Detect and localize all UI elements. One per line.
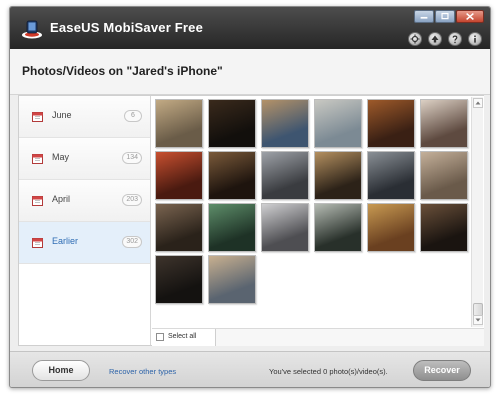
photo-thumbnail-beach-landscape[interactable]: [314, 99, 362, 148]
photo-thumbnail-night-scene[interactable]: [208, 99, 256, 148]
vertical-scrollbar[interactable]: [471, 97, 483, 327]
title-bar: EaseUS MobiSaver Free: [10, 7, 490, 49]
close-icon[interactable]: [456, 10, 484, 23]
photo-thumbnail-sign-poster[interactable]: [314, 203, 362, 252]
window-controls: [414, 10, 484, 23]
recover-button[interactable]: Recover: [413, 360, 471, 381]
info-icon[interactable]: [468, 32, 482, 46]
minimize-icon[interactable]: [414, 10, 434, 23]
count-badge: 6: [124, 110, 142, 122]
photo-thumbnail-outdoor-statue[interactable]: [155, 99, 203, 148]
photo-thumbnail-dark-crowd[interactable]: [420, 203, 468, 252]
photo-thumbnail-group-photo[interactable]: [155, 203, 203, 252]
sidebar-item-april[interactable]: April 203: [19, 180, 150, 222]
count-badge: 203: [122, 194, 142, 206]
device-header: Photos/Videos on "Jared's iPhone": [10, 49, 490, 95]
scroll-down-icon[interactable]: [473, 315, 483, 325]
sidebar-item-may[interactable]: May 134: [19, 138, 150, 180]
app-logo-icon: [22, 20, 42, 39]
app-window: EaseUS MobiSaver Free Photos/Videos on "…: [9, 6, 491, 388]
settings-icon[interactable]: [408, 32, 422, 46]
photo-thumbnail-green-screen[interactable]: [208, 203, 256, 252]
photo-thumbnail-video-frame[interactable]: [261, 151, 309, 200]
photo-thumbnail-dusk-beach[interactable]: [420, 151, 468, 200]
photo-thumbnail-coastal-rock[interactable]: [208, 255, 256, 304]
select-all-bar: Select all: [152, 328, 484, 346]
sidebar-item-label: May: [52, 152, 70, 162]
calendar-icon: [32, 154, 43, 164]
help-icon[interactable]: [448, 32, 462, 46]
sidebar-item-earlier[interactable]: Earlier 302: [19, 222, 150, 264]
upgrade-icon[interactable]: [428, 32, 442, 46]
photo-thumbnail-crab-dish[interactable]: [367, 99, 415, 148]
photo-thumbnail-food-bowls[interactable]: [367, 203, 415, 252]
count-badge: 134: [122, 152, 142, 164]
calendar-icon: [32, 196, 43, 206]
content-panel: June 6 May 134 April 203 Earlier 302 Sel…: [18, 95, 484, 346]
select-all-label: Select all: [168, 333, 197, 340]
count-badge: 302: [122, 236, 142, 248]
home-button[interactable]: Home: [32, 360, 90, 381]
select-all-checkbox[interactable]: [156, 333, 164, 341]
sidebar-item-label: Earlier: [52, 236, 79, 246]
photo-thumbnail-window-room[interactable]: [420, 99, 468, 148]
maximize-icon[interactable]: [435, 10, 455, 23]
footer-bar: Home Recover other types You've selected…: [10, 351, 490, 387]
sidebar-item-label: April: [52, 194, 71, 204]
photo-thumbnail-sunset-crowd[interactable]: [314, 151, 362, 200]
photo-thumbnail-food-plate[interactable]: [261, 99, 309, 148]
photo-grid: [152, 96, 484, 328]
scroll-up-icon[interactable]: [473, 98, 483, 108]
photo-thumbnail-laptop-desk[interactable]: [261, 203, 309, 252]
photo-thumbnail-restaurant-window[interactable]: [367, 151, 415, 200]
calendar-icon: [32, 112, 43, 122]
photo-thumbnail-dark-room[interactable]: [155, 255, 203, 304]
photo-thumbnail-red-light-party[interactable]: [155, 151, 203, 200]
photo-thumbnail-party-night[interactable]: [208, 151, 256, 200]
selection-status: You've selected 0 photo(s)/video(s).: [269, 367, 388, 376]
sidebar-item-label: June: [52, 110, 72, 120]
page-title: Photos/Videos on "Jared's iPhone": [22, 64, 223, 78]
select-all-tab[interactable]: Select all: [152, 329, 216, 346]
app-title: EaseUS MobiSaver Free: [50, 20, 204, 35]
tool-icons: [408, 32, 482, 46]
recover-other-types-link[interactable]: Recover other types: [109, 367, 176, 376]
sidebar-item-june[interactable]: June 6: [19, 96, 150, 138]
date-sidebar: June 6 May 134 April 203 Earlier 302: [19, 96, 151, 345]
calendar-icon: [32, 238, 43, 248]
